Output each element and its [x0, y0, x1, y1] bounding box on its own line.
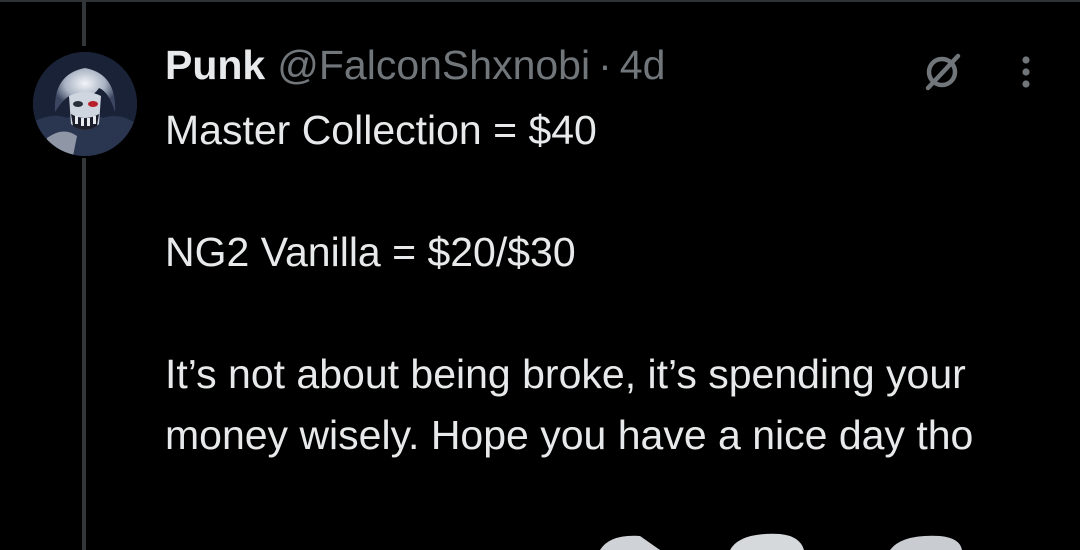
thread-line-top	[82, 0, 86, 46]
tweet-timestamp[interactable]: 4d	[620, 42, 666, 89]
tweet-text: Master Collection = $40 NG2 Vanilla = $2…	[165, 100, 1045, 466]
thread-line-bottom	[82, 158, 86, 550]
tweet-paragraph: Master Collection = $40	[165, 107, 597, 153]
author-name[interactable]: Punk	[165, 42, 265, 89]
tweet-paragraph: It’s not about being broke, it’s spendin…	[165, 351, 978, 458]
divider	[0, 0, 1080, 2]
tweet-view: Punk @FalconShxnobi · 4d Master Collecti…	[0, 0, 1080, 550]
avatar[interactable]	[33, 52, 137, 156]
more-options-icon[interactable]	[1008, 52, 1044, 92]
tweet-header: Punk @FalconShxnobi · 4d	[165, 42, 665, 92]
tweet-paragraph: NG2 Vanilla = $20/$30	[165, 229, 576, 275]
grok-icon[interactable]	[918, 48, 966, 96]
media-preview[interactable]	[590, 532, 1010, 550]
author-handle[interactable]: @FalconShxnobi	[277, 42, 590, 89]
header-separator: ·	[598, 42, 612, 88]
avatar-image	[33, 52, 137, 156]
